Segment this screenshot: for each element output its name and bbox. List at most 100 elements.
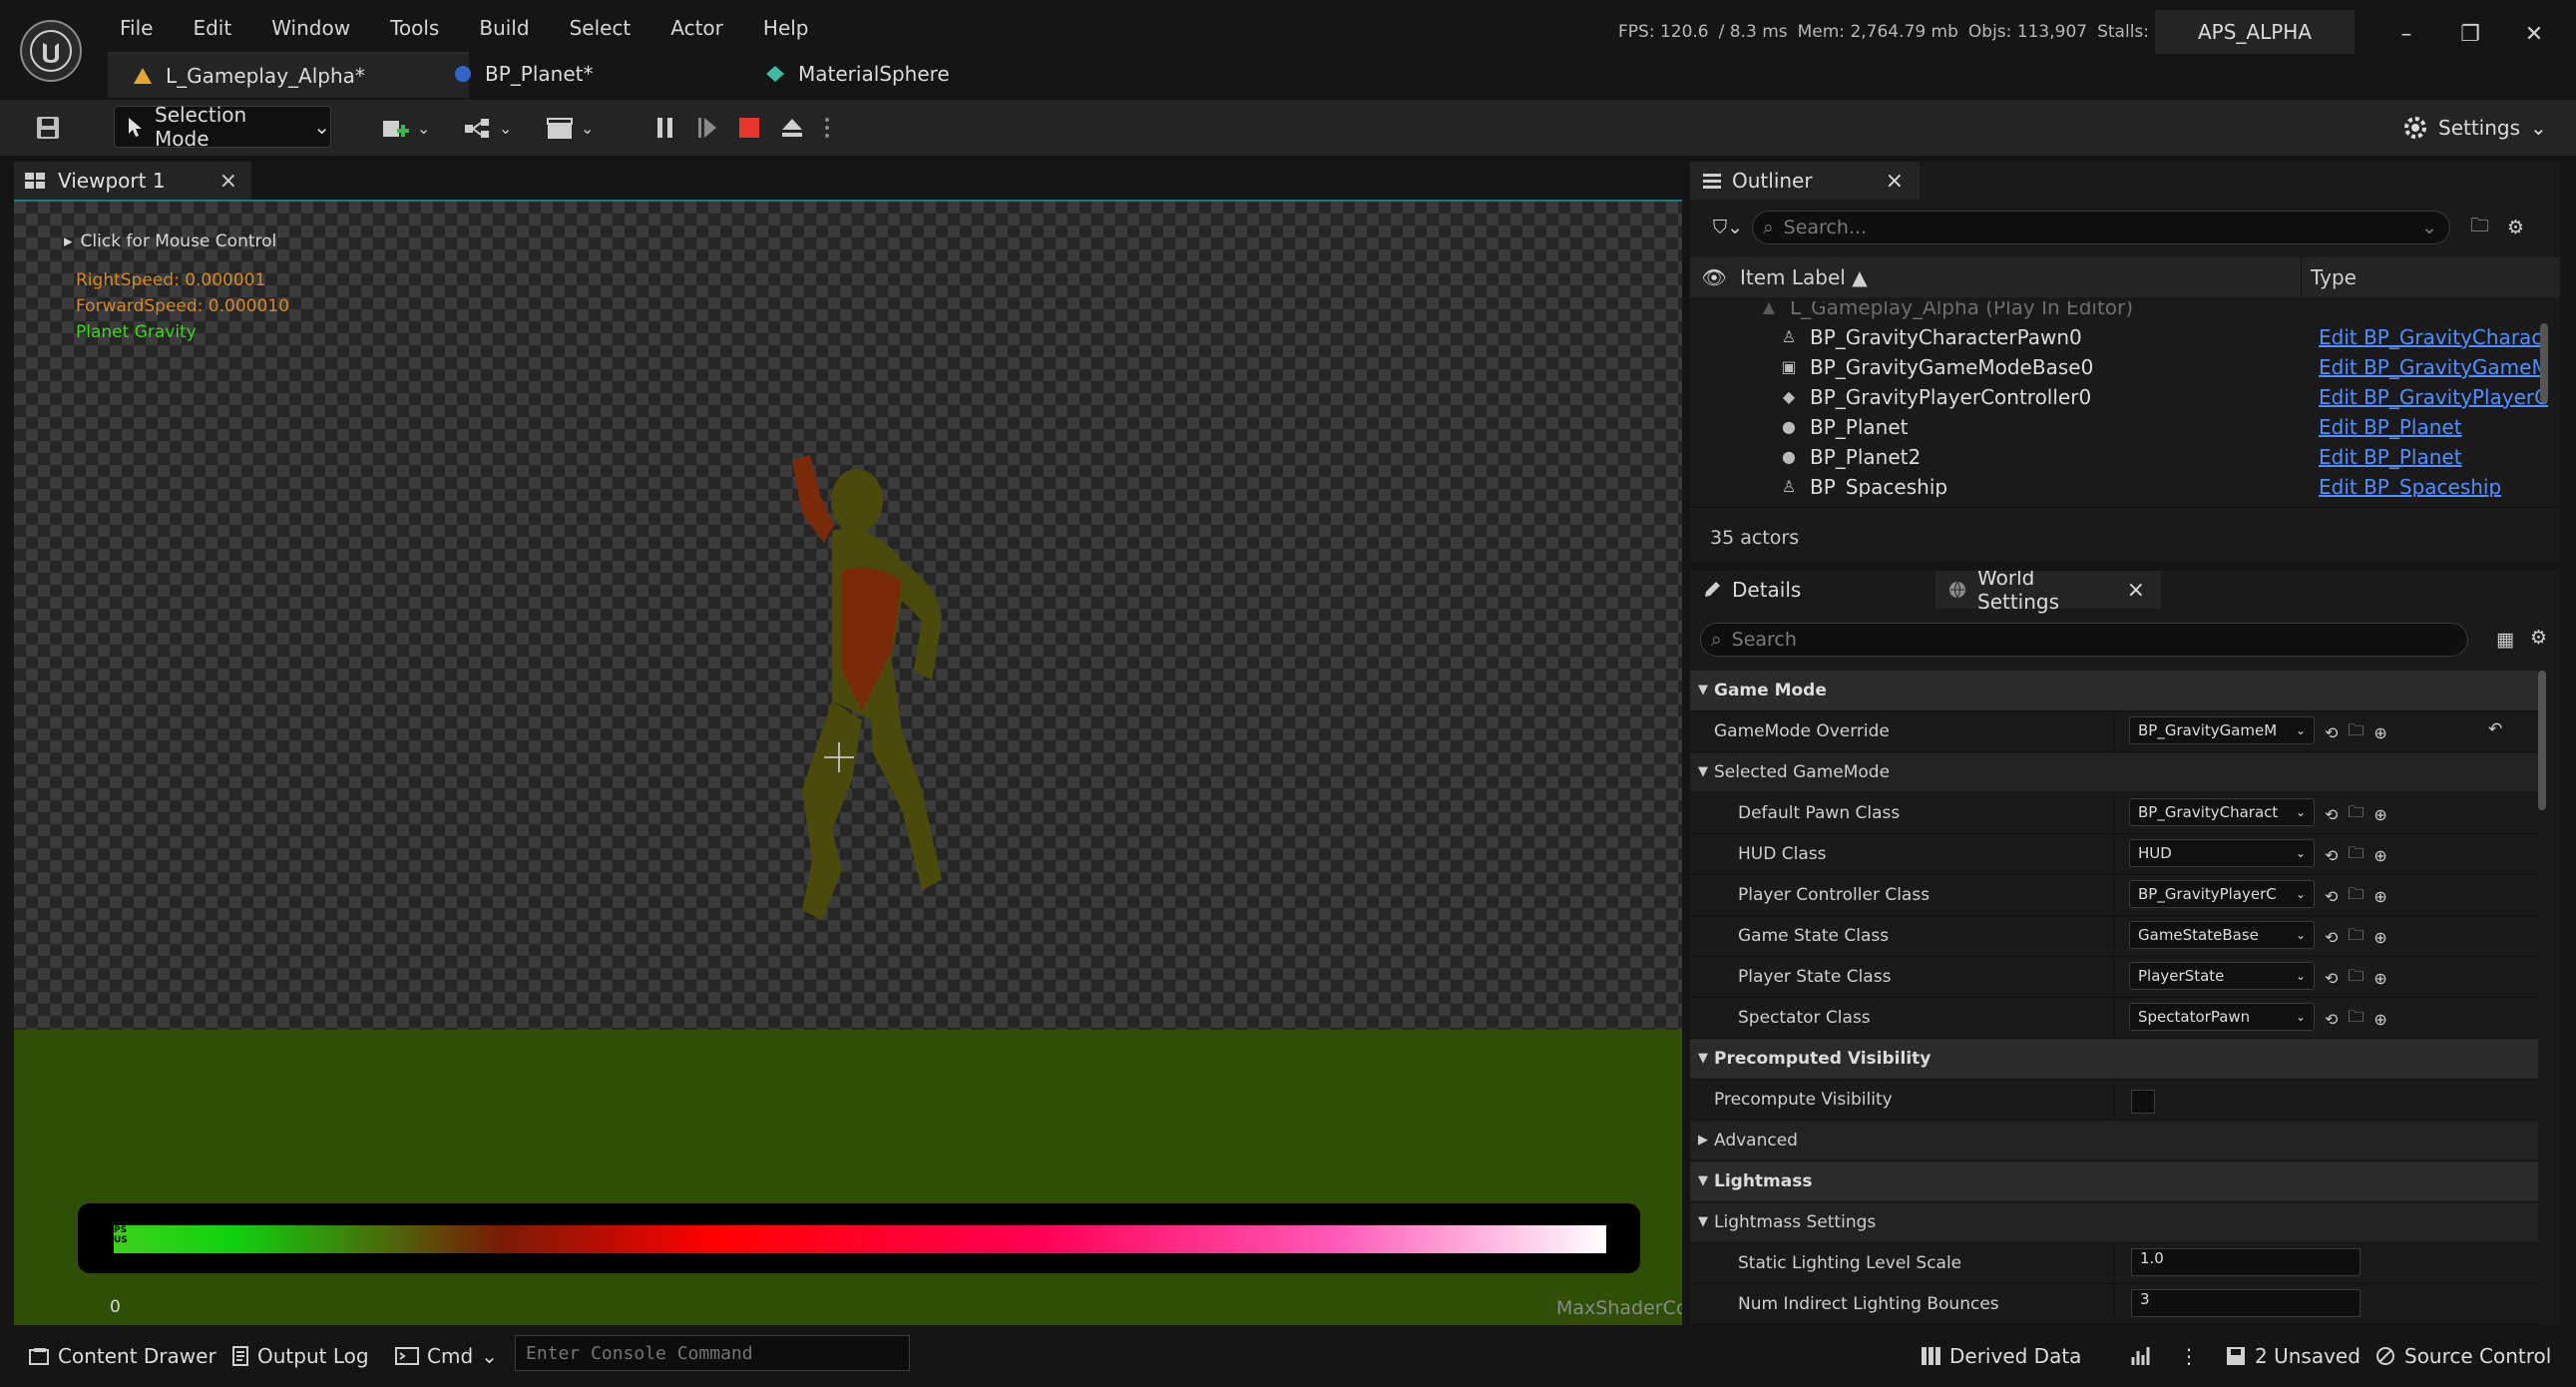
outliner-row-type-link[interactable]: Edit BP_GravityPlayerCo [2319, 385, 2548, 409]
trace-button[interactable] [2131, 1335, 2153, 1377]
settings-button[interactable]: Settings ⌄ [2402, 108, 2547, 148]
class-picker-dropdown[interactable]: HUD ⌄ [2129, 839, 2315, 867]
outliner-row[interactable]: ♙ BP_GravityCharacterPawn0 Edit BP_Gravity… [1690, 325, 2548, 355]
class-picker-dropdown[interactable]: BP_GravityCharact ⌄ [2129, 798, 2315, 826]
menu-help[interactable]: Help [743, 16, 829, 40]
close-icon[interactable]: × [2127, 578, 2145, 603]
browse-icon[interactable]: ⟲ [2325, 928, 2338, 947]
details-scrollbar[interactable] [2538, 671, 2546, 810]
add-icon[interactable]: ⊕ [2373, 723, 2386, 742]
selection-mode-dropdown[interactable]: Selection Mode ⌄ [114, 103, 331, 151]
numeric-input[interactable]: 1.0 [2131, 1248, 2361, 1276]
outliner-row-type-link[interactable]: Edit BP_Planet [2319, 415, 2462, 439]
menu-tools[interactable]: Tools [370, 16, 459, 40]
outliner-row[interactable]: ● BP_Planet2 Edit BP_Planet [1690, 445, 2548, 475]
browse-icon[interactable]: ⟲ [2325, 1010, 2338, 1029]
more-options-icon[interactable] [824, 116, 830, 140]
tab-details[interactable]: Details [1690, 571, 1930, 609]
pause-icon[interactable] [654, 116, 676, 140]
menu-build[interactable]: Build [459, 16, 549, 40]
console-command-input[interactable] [515, 1335, 910, 1371]
outliner-row-type-link[interactable]: Edit BP_GravityGameMo [2319, 355, 2548, 379]
add-icon[interactable]: ⊕ [2373, 805, 2386, 824]
unsaved-button[interactable]: 2 Unsaved [2225, 1335, 2361, 1377]
menu-select[interactable]: Select [550, 16, 651, 40]
folder-icon[interactable]: 🗀 [2348, 924, 2363, 951]
property-row[interactable]: ▼ Lightmass [1690, 1161, 2538, 1202]
minimize-button[interactable]: – [2376, 14, 2436, 54]
tab-viewport[interactable]: Viewport 1 × [14, 162, 251, 200]
browse-icon[interactable]: ⟲ [2325, 805, 2338, 824]
tab-outliner[interactable]: Outliner × [1690, 162, 1920, 200]
folder-icon[interactable]: 🗀 [2348, 719, 2363, 746]
add-icon[interactable]: ⊕ [2373, 846, 2386, 865]
add-icon[interactable]: ⊕ [2373, 887, 2386, 906]
gear-icon[interactable]: ⚙ [2530, 627, 2547, 649]
collapse-arrow-icon[interactable]: ▼ [1698, 683, 1708, 697]
browse-icon[interactable]: ⟲ [2325, 723, 2338, 742]
collapse-arrow-icon[interactable]: ▼ [1698, 1051, 1708, 1066]
reset-to-default-icon[interactable]: ↶ [2488, 719, 2502, 739]
collapse-arrow-icon[interactable]: ▼ [1698, 1173, 1708, 1188]
unreal-logo-icon[interactable] [20, 20, 82, 82]
eye-icon[interactable]: 👁 [1701, 265, 1726, 289]
numeric-input[interactable]: 3 [2131, 1289, 2361, 1317]
class-picker-dropdown[interactable]: BP_GravityPlayerC ⌄ [2129, 880, 2315, 908]
add-actor-dropdown[interactable]: ⌄ [381, 110, 430, 146]
table-view-icon[interactable]: ▦ [2496, 629, 2514, 651]
eject-icon[interactable] [780, 116, 804, 140]
property-row[interactable]: ▼ Precomputed Visibility [1690, 1039, 2538, 1080]
viewport-canvas[interactable]: ▸ Click for Mouse Control RightSpeed: 0.… [14, 200, 1682, 1325]
property-row[interactable]: ▼ Game Mode [1690, 671, 2538, 711]
menu-file[interactable]: File [100, 16, 173, 40]
content-drawer-button[interactable]: Content Drawer [28, 1335, 216, 1377]
add-folder-icon[interactable]: 🗀 [2470, 212, 2489, 243]
collapse-arrow-icon[interactable]: ▼ [1698, 1214, 1708, 1229]
outliner-row-type-link[interactable]: Edit BP_Spaceship [2319, 475, 2501, 497]
outliner-row-type-link[interactable]: Edit BP_GravityCharacte [2319, 325, 2548, 349]
folder-icon[interactable]: 🗀 [2348, 842, 2363, 869]
add-icon[interactable]: ⊕ [2373, 969, 2386, 988]
save-icon[interactable] [30, 112, 66, 144]
col-item-label[interactable]: Item Label ▲ [1740, 265, 1868, 289]
cmd-dropdown[interactable]: Cmd ⌄ [395, 1335, 498, 1377]
outliner-search-input[interactable]: ⌕ Search... ⌄ [1752, 211, 2450, 244]
property-row[interactable]: ▼ Lightmass Settings [1690, 1202, 2538, 1243]
outliner-row-type-link[interactable]: Edit BP_Planet [2319, 445, 2462, 469]
outliner-row[interactable]: ◆ BP_GravityPlayerController0 Edit BP_Grav… [1690, 385, 2548, 415]
expand-arrow-icon[interactable]: ▶ [1698, 1133, 1708, 1148]
stop-icon[interactable] [738, 116, 760, 140]
browse-icon[interactable]: ⟲ [2325, 846, 2338, 865]
add-icon[interactable]: ⊕ [2373, 1010, 2386, 1029]
tab-material-sphere[interactable]: MaterialSphere [740, 52, 974, 96]
close-icon[interactable]: × [1886, 169, 1904, 194]
outliner-scrollbar[interactable] [2540, 323, 2548, 403]
filter-icon[interactable]: ⛉⌄ [1704, 217, 1752, 238]
outliner-row[interactable]: ♙ BP_Spaceship Edit BP_Spaceship [1690, 475, 2548, 497]
folder-icon[interactable]: 🗀 [2348, 965, 2363, 992]
tab-level[interactable]: L_Gameplay_Alpha* [108, 52, 469, 98]
details-search-input[interactable]: ⌕ Search [1700, 623, 2468, 657]
menu-edit[interactable]: Edit [173, 16, 251, 40]
property-row[interactable]: ▼ Selected GameMode [1690, 752, 2538, 793]
folder-icon[interactable]: 🗀 [2348, 1006, 2363, 1033]
class-picker-dropdown[interactable]: SpectatorPawn ⌄ [2129, 1003, 2315, 1031]
class-picker-dropdown[interactable]: GameStateBase ⌄ [2129, 921, 2315, 949]
derived-data-button[interactable]: Derived Data [1920, 1335, 2081, 1377]
status-more-icon[interactable]: ⋮ [2179, 1335, 2199, 1377]
add-icon[interactable]: ⊕ [2373, 928, 2386, 947]
close-icon[interactable]: × [219, 169, 237, 194]
outliner-row[interactable]: ▲ L_Gameplay_Alpha (Play In Editor) [1690, 301, 2548, 325]
source-control-button[interactable]: Source Control [2374, 1335, 2551, 1377]
tab-world-settings[interactable]: World Settings × [1935, 571, 2161, 614]
class-picker-dropdown[interactable]: BP_GravityGameM ⌄ [2129, 716, 2315, 744]
col-type[interactable]: Type [2311, 265, 2357, 289]
tab-bp-planet[interactable]: BP_Planet* [429, 52, 617, 96]
property-row[interactable]: ▶ Advanced [1690, 1121, 2538, 1161]
maximize-button[interactable]: ❐ [2440, 14, 2500, 54]
folder-icon[interactable]: 🗀 [2348, 883, 2363, 910]
output-log-button[interactable]: Output Log [231, 1335, 369, 1377]
browse-icon[interactable]: ⟲ [2325, 887, 2338, 906]
browse-icon[interactable]: ⟲ [2325, 969, 2338, 988]
outliner-row[interactable]: ● BP_Planet Edit BP_Planet [1690, 415, 2548, 445]
